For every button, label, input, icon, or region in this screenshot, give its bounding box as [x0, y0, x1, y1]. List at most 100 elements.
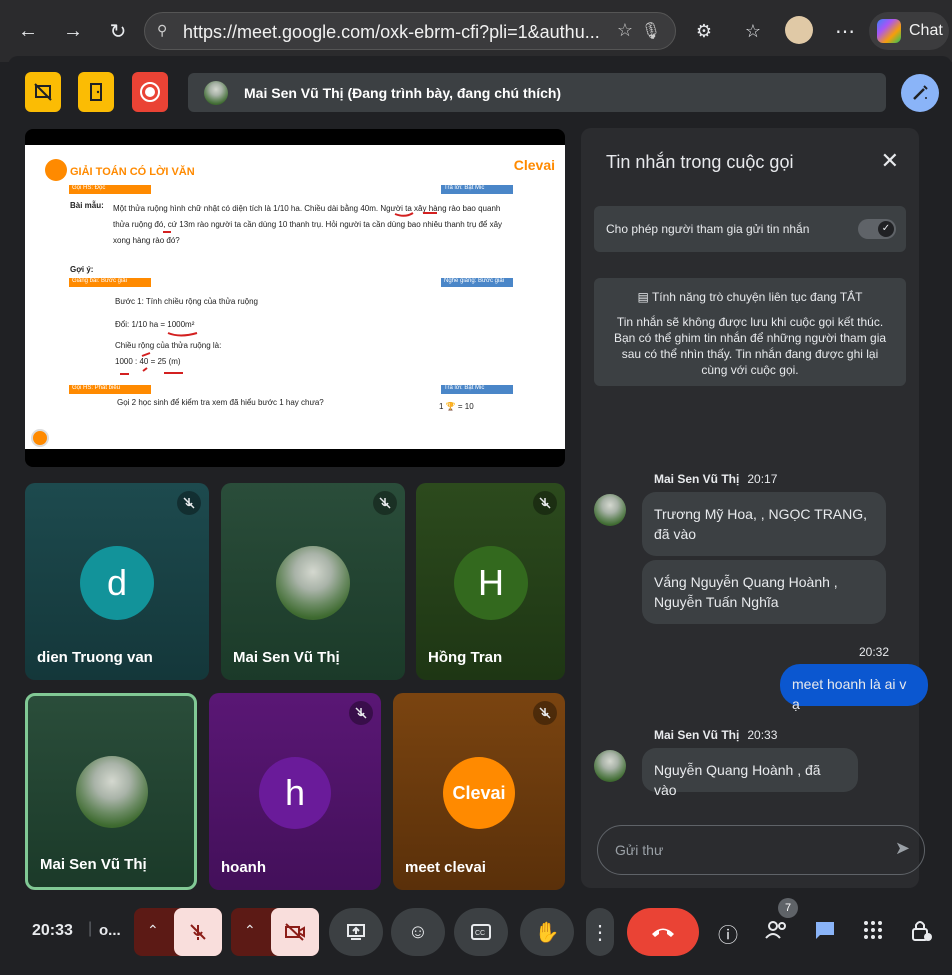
- mic-off-icon: [533, 701, 557, 725]
- message-sender: Mai Sen Vũ Thị 20:17: [654, 472, 778, 486]
- sender-avatar: [594, 494, 626, 526]
- annotation-marks: [120, 212, 437, 375]
- participant-tile[interactable]: h hoanh: [209, 693, 381, 890]
- mic-off-icon: [177, 491, 201, 515]
- activities-button[interactable]: [863, 920, 887, 944]
- send-icon[interactable]: ➤: [895, 838, 910, 859]
- camera-off-icon: [285, 923, 305, 941]
- participant-avatar: d: [80, 546, 154, 620]
- present-screen-icon: [347, 924, 365, 940]
- presenter-avatar: [204, 81, 228, 105]
- back-icon[interactable]: ←: [13, 16, 43, 46]
- participant-name: hoanh: [221, 859, 266, 876]
- chat-icon: [816, 922, 834, 939]
- message-time: 20:32: [858, 645, 889, 659]
- microphone-icon[interactable]: 🎙: [641, 21, 661, 41]
- participant-tile[interactable]: d dien Truong van: [25, 483, 209, 680]
- participant-tile[interactable]: H Hồng Tran: [416, 483, 565, 680]
- hide-presentation-button[interactable]: [25, 72, 61, 112]
- meeting-info-icon[interactable]: ⓘ: [714, 919, 742, 947]
- svg-text:CC: CC: [475, 930, 485, 937]
- info-title-row: ▤ Tính năng trò chuyện liên tục đang TẮT: [594, 290, 906, 304]
- close-icon[interactable]: ✕: [881, 148, 899, 174]
- hand-icon: ✋: [534, 921, 560, 944]
- message-sender: Mai Sen Vũ Thị 20:33: [654, 728, 778, 742]
- chevron-up-icon[interactable]: ⌃: [147, 922, 159, 939]
- chat-bubble-icon: ▤: [637, 290, 649, 304]
- leave-call-button[interactable]: [627, 908, 699, 956]
- recording-button[interactable]: [132, 72, 168, 112]
- presentation-off-icon: [34, 83, 52, 101]
- captions-button[interactable]: CC: [454, 908, 508, 956]
- info-title: Tính năng trò chuyện liên tục đang TẮT: [651, 290, 863, 304]
- sender-avatar: [594, 750, 626, 782]
- favorites-icon[interactable]: ☆: [738, 16, 768, 46]
- host-controls-button[interactable]: [911, 919, 935, 945]
- url-text[interactable]: https://meet.google.com/oxk-ebrm-cfi?pli…: [183, 22, 603, 43]
- reload-icon[interactable]: ↻: [103, 16, 133, 46]
- annotate-button[interactable]: [901, 74, 939, 112]
- avatar-initial: Clevai: [452, 782, 506, 803]
- allow-messages-row: Cho phép người tham gia gửi tin nhắn ✓: [594, 206, 906, 252]
- more-vert-icon: ⋮: [590, 921, 610, 944]
- present-button[interactable]: [329, 908, 383, 956]
- participant-tile[interactable]: Clevai meet clevai: [393, 693, 565, 890]
- participant-name: Hồng Tran: [428, 649, 503, 666]
- chat-label: Chat: [909, 22, 943, 39]
- allow-messages-label: Cho phép người tham gia gửi tin nhắn: [606, 222, 810, 236]
- extensions-icon[interactable]: ⚙: [689, 16, 719, 46]
- copilot-chat-button[interactable]: Chat: [869, 12, 949, 50]
- camera-toggle-button[interactable]: [271, 908, 319, 956]
- door-icon: [90, 83, 102, 101]
- people-button[interactable]: 7: [764, 898, 798, 947]
- info-body: Tin nhắn sẽ không được lưu khi cuộc gọi …: [613, 315, 887, 377]
- reactions-button[interactable]: ☺: [391, 908, 445, 956]
- camera-control-group: ⌃: [231, 908, 319, 956]
- chat-title: Tin nhắn trong cuộc gọi: [606, 152, 794, 172]
- chat-message[interactable]: Trương Mỹ Hoa, , NGỌC TRANG, đã vào: [642, 492, 886, 556]
- forward-icon[interactable]: →: [58, 16, 88, 46]
- mic-toggle-button[interactable]: [174, 908, 222, 956]
- slide-badge-icon: [31, 429, 49, 447]
- record-icon: [140, 82, 160, 102]
- chat-message[interactable]: Nguyễn Quang Hoành , đã vào: [642, 748, 858, 798]
- own-chat-message[interactable]: meet hoanh là ai v ạ: [780, 664, 928, 712]
- avatar-initial: d: [106, 562, 128, 603]
- hangup-icon: [652, 928, 674, 937]
- people-count-badge: 7: [778, 898, 798, 918]
- profile-avatar[interactable]: [785, 16, 813, 44]
- address-bar[interactable]: ⚲ https://meet.google.com/oxk-ebrm-cfi?p…: [144, 12, 676, 50]
- emoji-icon: ☺: [407, 920, 429, 943]
- message-input[interactable]: Gửi thư ➤: [597, 825, 925, 875]
- message-placeholder[interactable]: Gửi thư: [615, 842, 663, 858]
- participant-avatar: H: [454, 546, 528, 620]
- chevron-up-icon[interactable]: ⌃: [244, 922, 256, 939]
- participant-name: dien Truong van: [37, 649, 153, 666]
- participant-tile[interactable]: Mai Sen Vũ Thị: [221, 483, 405, 680]
- people-icon: [765, 921, 786, 939]
- meeting-code[interactable]: o...: [99, 922, 121, 939]
- more-options-button[interactable]: ⋮: [586, 908, 614, 956]
- apps-grid-icon: [864, 921, 882, 939]
- slide: GIẢI TOÁN CÓ LỜI VĂN Clevai Gọi HS: Đọc …: [25, 145, 565, 449]
- browser-toolbar: ← → ↻ ⚲ https://meet.google.com/oxk-ebrm…: [0, 0, 952, 62]
- presenter-name: Mai Sen Vũ Thị (Đang trình bày, đang chú…: [244, 85, 562, 101]
- participant-tile-active-speaker[interactable]: Mai Sen Vũ Thị: [25, 693, 197, 890]
- meet-app: Mai Sen Vũ Thị (Đang trình bày, đang chú…: [8, 56, 952, 975]
- allow-messages-toggle[interactable]: ✓: [858, 219, 896, 239]
- leave-room-button[interactable]: [78, 72, 114, 112]
- control-bar: 20:33 | o... ⌃ ⌃ ☺ CC ✋ ⋮ ⓘ 7: [8, 898, 952, 975]
- chat-message[interactable]: Vắng Nguyễn Quang Hoành , Nguyễn Tuấn Ng…: [642, 560, 886, 624]
- site-info-icon[interactable]: ⚲: [157, 22, 167, 39]
- mic-control-group: ⌃: [134, 908, 222, 956]
- favorite-star-icon[interactable]: ☆: [617, 20, 633, 41]
- avatar-initial: H: [478, 562, 504, 603]
- participant-avatar: Clevai: [443, 757, 515, 829]
- presentation-view[interactable]: GIẢI TOÁN CÓ LỜI VĂN Clevai Gọi HS: Đọc …: [25, 129, 565, 467]
- participant-photo: [76, 756, 148, 828]
- captions-icon: CC: [471, 924, 491, 940]
- more-menu-icon[interactable]: ⋯: [830, 16, 860, 46]
- pen-icon: [913, 85, 928, 100]
- chat-button[interactable]: [813, 919, 839, 945]
- raise-hand-button[interactable]: ✋: [520, 908, 574, 956]
